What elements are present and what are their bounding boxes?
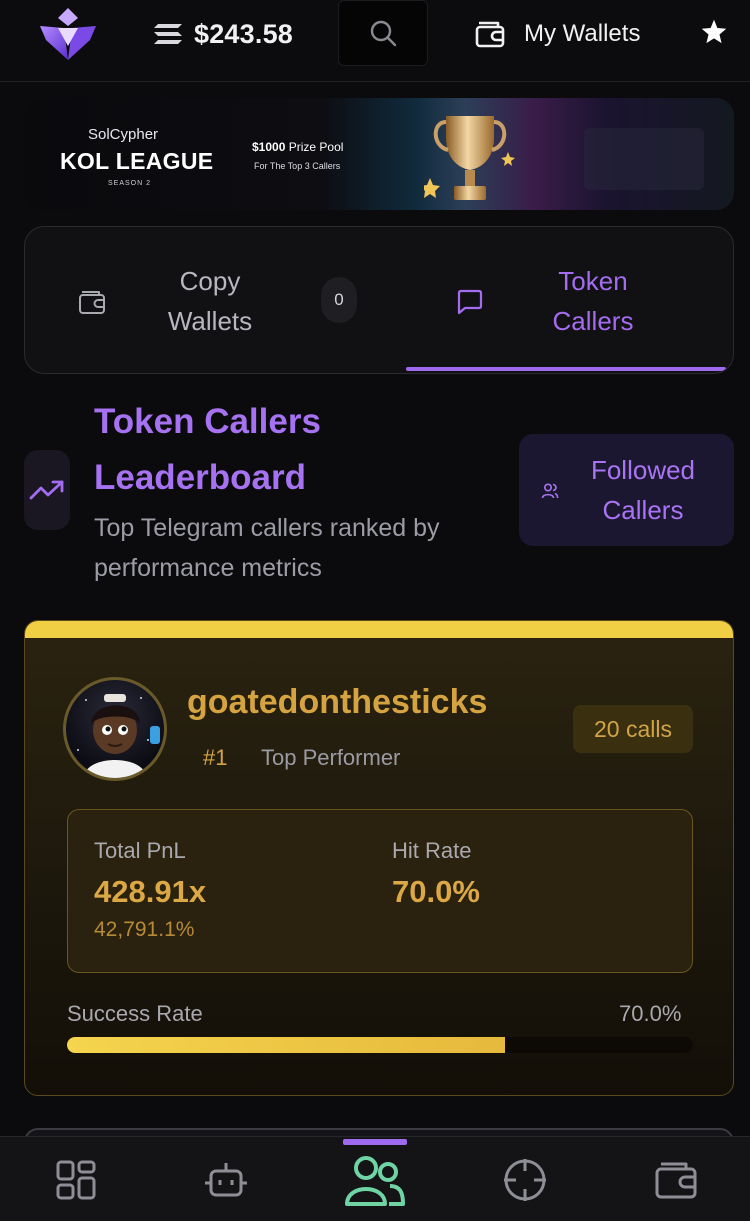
caller-tag: Top Performer <box>261 745 401 770</box>
users-icon <box>541 483 559 499</box>
crosshair-icon <box>504 1158 546 1201</box>
success-rate-progress-fill <box>67 1037 506 1053</box>
search-icon <box>370 20 397 47</box>
nav-bot[interactable] <box>176 1137 276 1221</box>
banner-prize-sub: For The Top 3 Callers <box>254 161 341 171</box>
banner-prize: $1000 Prize Pool <box>252 140 343 154</box>
total-pnl-label: Total PnL <box>94 838 186 863</box>
copy-wallets-count-badge: 0 <box>321 277 357 323</box>
success-rate-progress <box>67 1037 693 1053</box>
wallet-icon <box>655 1162 697 1198</box>
nav-wallets[interactable] <box>626 1137 726 1221</box>
solcypher-logo-icon[interactable] <box>36 6 100 62</box>
balance-amount: $243.58 <box>194 18 293 49</box>
caller-card[interactable]: goatedonthesticks #1 Top Performer 20 ca… <box>24 620 734 1096</box>
banner-title: KOL LEAGUE <box>60 148 214 174</box>
followed-callers-button[interactable]: Followed Callers <box>519 434 734 546</box>
hit-rate-label: Hit Rate <box>392 838 472 863</box>
tab-copy-wallets-label: Copy Wallets <box>167 266 253 336</box>
tab-copy-wallets[interactable]: Copy Wallets 0 <box>25 227 405 373</box>
banner-preview-panel <box>584 128 704 190</box>
avatar-image <box>77 694 160 778</box>
success-rate-value: 70.0% <box>619 1001 682 1026</box>
dashboard-icon <box>56 1160 96 1199</box>
trend-badge <box>24 450 70 530</box>
caller-name[interactable]: goatedonthesticks <box>187 683 487 722</box>
page-title: Token Callers Leaderboard <box>94 402 321 497</box>
my-wallets-label: My Wallets <box>524 20 641 47</box>
calls-count-badge: 20 calls <box>573 705 693 753</box>
banner-brand: SolCypher <box>88 126 159 143</box>
tab-token-callers-label: Token Callers <box>552 266 634 336</box>
avatar[interactable] <box>63 677 167 781</box>
stats-panel: Total PnL 428.91x 42,791.1% Hit Rate 70.… <box>67 809 693 973</box>
trophy-icon <box>424 116 515 200</box>
star-icon[interactable] <box>700 18 728 46</box>
total-pnl-value: 428.91x <box>94 874 207 909</box>
my-wallets-button[interactable]: My Wallets <box>474 14 640 54</box>
nav-sniper[interactable] <box>475 1137 575 1221</box>
bot-icon <box>205 1162 247 1196</box>
search-button[interactable] <box>338 0 428 66</box>
kol-league-banner[interactable]: SolCypher KOL LEAGUE SEASON 2 $1000 Priz… <box>24 98 734 210</box>
wallet-icon <box>475 21 505 48</box>
wallet-balance[interactable]: $243.58 <box>152 14 293 54</box>
banner-season: SEASON 2 <box>108 180 152 187</box>
tab-bar: Copy Wallets 0 Token Callers <box>24 226 734 374</box>
bottom-nav <box>0 1136 750 1221</box>
page-subtitle: Top Telegram callers ranked by performan… <box>94 514 440 582</box>
wallet-icon <box>79 291 105 314</box>
tab-token-callers[interactable]: Token Callers <box>405 227 733 373</box>
trending-up-icon <box>29 480 64 500</box>
success-rate-label: Success Rate <box>67 1001 203 1026</box>
nav-callers[interactable] <box>325 1137 425 1221</box>
chat-icon <box>457 289 483 315</box>
caller-rank: #1 <box>203 745 228 770</box>
solana-icon <box>154 24 182 44</box>
users-icon <box>345 1155 405 1206</box>
prize-amount: $1000 <box>252 140 286 154</box>
total-pnl-percent: 42,791.1% <box>94 918 195 941</box>
nav-dashboard[interactable] <box>26 1137 126 1221</box>
prize-text: Prize Pool <box>288 140 344 154</box>
active-tab-indicator <box>406 367 726 371</box>
top-bar: $243.58 My Wallets <box>0 0 750 82</box>
card-rank-stripe <box>25 621 733 638</box>
hit-rate-value: 70.0% <box>392 874 480 909</box>
nav-active-indicator <box>343 1139 407 1145</box>
followed-callers-label: Followed Callers <box>590 455 696 525</box>
